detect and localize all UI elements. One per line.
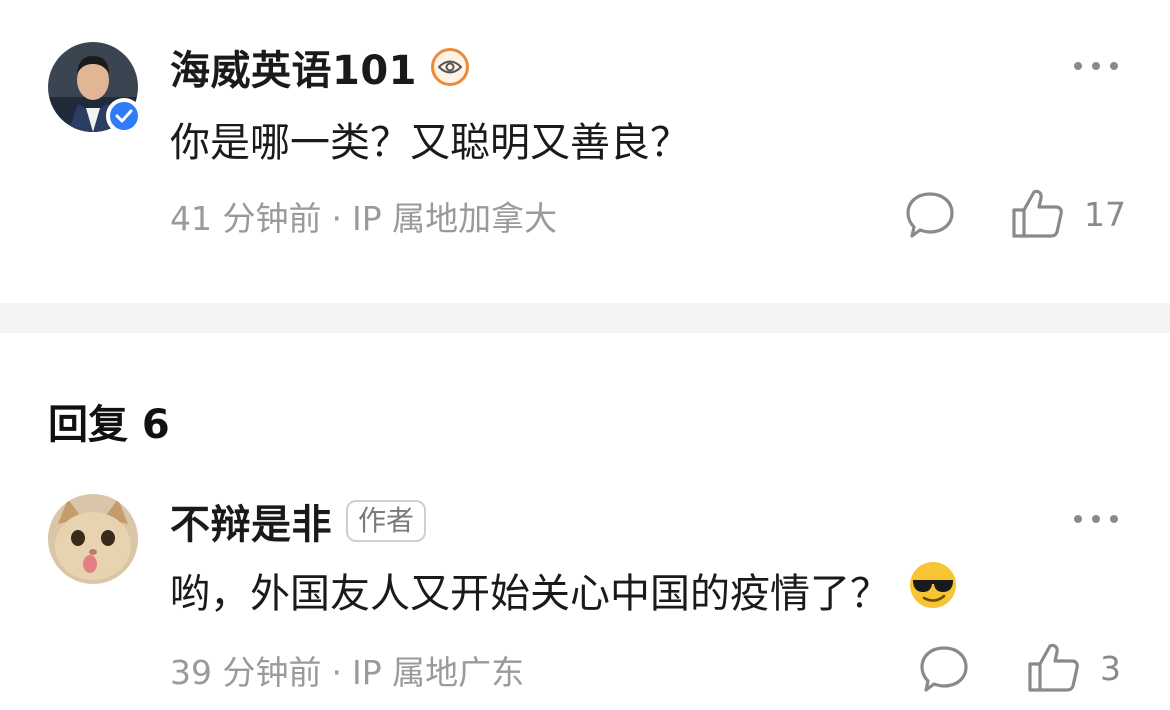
- username[interactable]: 不辩是非: [170, 492, 332, 550]
- thumbs-up-icon: [1012, 189, 1063, 238]
- author-tag: 作者: [346, 500, 427, 542]
- comment-bubble-icon: [906, 192, 954, 238]
- eye-badge-icon: [431, 48, 469, 86]
- comment-meta: 41 分钟前 · IP 属地加拿大: [170, 192, 557, 240]
- cat-avatar-icon: [48, 494, 138, 584]
- avatar[interactable]: [48, 42, 142, 134]
- like-count: 17: [1084, 194, 1126, 234]
- more-options-button[interactable]: [1074, 515, 1118, 523]
- more-dot-icon: [1092, 62, 1100, 70]
- reply-card: 不辩是非 作者 哟，外国友人又开始关心中国的疫情了？ 39 分钟前 · IP 属地广…: [0, 480, 1170, 710]
- reply-button[interactable]: [918, 644, 970, 694]
- like-button[interactable]: 3: [1026, 642, 1121, 694]
- username[interactable]: 海威英语101: [170, 38, 417, 96]
- comment-text: 你是哪一类？又聪明又善良？: [170, 112, 690, 166]
- comment-text-content: 哟，外国友人又开始关心中国的疫情了？: [170, 571, 890, 617]
- more-dot-icon: [1092, 515, 1100, 523]
- replies-header: 回复 6: [48, 402, 170, 448]
- verified-check-icon: [106, 98, 142, 134]
- more-dot-icon: [1074, 62, 1082, 70]
- comment-text-content: 你是哪一类？又聪明又善良？: [170, 120, 690, 166]
- username-row: 海威英语101: [170, 42, 469, 94]
- section-divider: [0, 303, 1170, 333]
- reply-button[interactable]: [904, 190, 956, 240]
- comment-card: 海威英语101 你是哪一类？又聪明又善良？ 41 分钟前 · IP 属地加拿大 17: [0, 0, 1170, 300]
- more-dot-icon: [1074, 515, 1082, 523]
- comment-text: 哟，外国友人又开始关心中国的疫情了？: [170, 562, 958, 618]
- ip-location: IP 属地加拿大: [351, 199, 558, 238]
- separator: ·: [331, 653, 342, 692]
- more-dot-icon: [1110, 515, 1118, 523]
- comment-bubble-icon: [920, 646, 968, 692]
- avatar[interactable]: [48, 494, 138, 584]
- like-count: 3: [1100, 648, 1121, 688]
- more-options-button[interactable]: [1074, 62, 1118, 70]
- thumbs-up-icon: [1028, 643, 1079, 692]
- comment-meta: 39 分钟前 · IP 属地广东: [170, 646, 524, 694]
- timestamp: 39 分钟前: [170, 653, 322, 692]
- like-button[interactable]: 17: [1010, 188, 1126, 240]
- separator: ·: [331, 199, 342, 238]
- username-row: 不辩是非 作者: [170, 496, 427, 548]
- ip-location: IP 属地广东: [351, 653, 525, 692]
- sunglasses-emoji-icon: [908, 560, 958, 620]
- more-dot-icon: [1110, 62, 1118, 70]
- timestamp: 41 分钟前: [170, 199, 322, 238]
